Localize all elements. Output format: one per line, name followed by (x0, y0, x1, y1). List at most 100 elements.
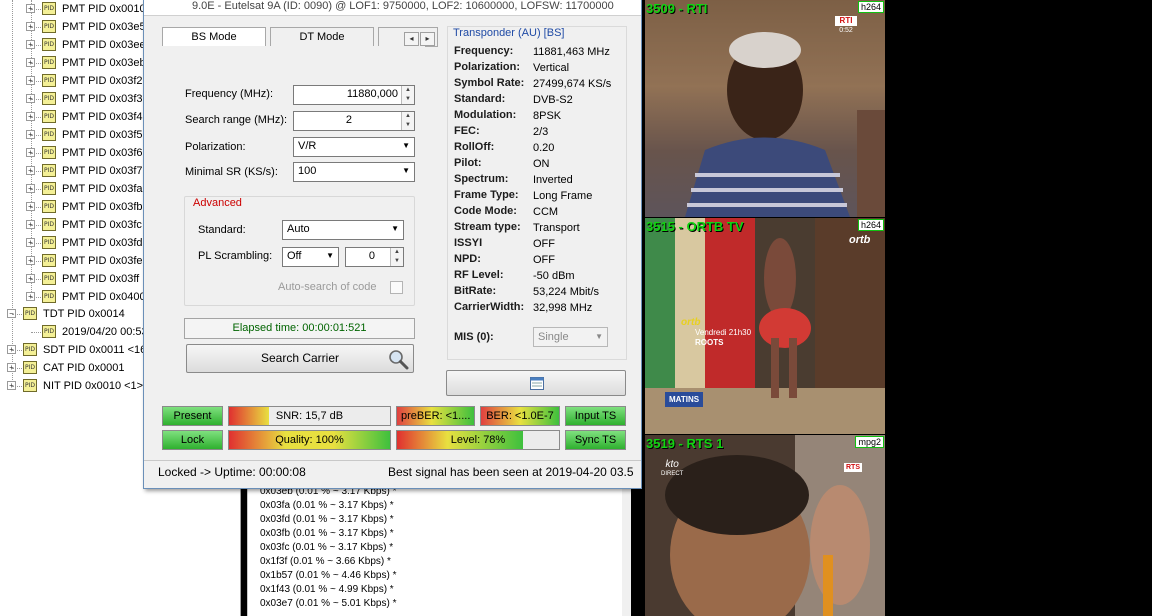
tree-item-label: PMT PID 0x03f7 (62, 165, 143, 177)
pid-list-item[interactable]: 0x03fa (0.01 % ~ 3.17 Kbps) * (260, 500, 394, 511)
transponder-value: 11881,463 MHz (533, 46, 610, 58)
pid-list-item[interactable]: 0x03e7 (0.01 % ~ 5.01 Kbps) * (260, 598, 396, 609)
transponder-key: Polarization: (454, 61, 521, 73)
minimal-sr-select[interactable]: 100 ▼ (293, 162, 415, 182)
transponder-value: -50 dBm (533, 270, 575, 282)
level-value: Level: 78% (450, 434, 506, 446)
video-preview-3[interactable]: 3519 - RTS 1 mpg2 kto DIRECT RTS (645, 435, 885, 616)
tree-item-label: CAT PID 0x0001 (43, 362, 125, 374)
spin-up-icon[interactable]: ▲ (402, 112, 414, 121)
chevron-down-icon: ▼ (326, 251, 334, 260)
channel-logo-1: RTI 0:52 (835, 16, 857, 36)
pid-table-icon: PID (42, 56, 56, 69)
input-ts-indicator: Input TS (565, 406, 626, 426)
list-icon (530, 377, 544, 390)
auto-search-checkbox[interactable] (390, 281, 403, 294)
ber-meter: BER: <1.0E-7 (480, 406, 560, 426)
tree-branch-line (31, 45, 41, 46)
program-caption: ortb Vendredi 21h30 ROOTS (681, 318, 751, 348)
search-range-input[interactable]: 2 ▲ ▼ (293, 111, 415, 131)
video-preview-2[interactable]: 3515 - ORTB TV h264 ortb ortb Vendredi 2… (645, 218, 885, 434)
spin-down-icon[interactable]: ▼ (402, 95, 414, 104)
search-carrier-button[interactable]: Search Carrier (186, 344, 414, 373)
transponder-value: Inverted (533, 174, 573, 186)
dialog-header: 9.0E - Eutelsat 9A (ID: 0090) @ LOF1: 97… (144, 0, 641, 16)
pid-list-scrollbar[interactable] (622, 487, 631, 616)
pid-table-icon: PID (23, 379, 37, 392)
mis-value: Single (538, 331, 569, 343)
standard-value: Auto (287, 223, 310, 235)
tree-item-label: PMT PID 0x03e5 (62, 21, 146, 33)
pid-list-item[interactable]: 0x1f43 (0.01 % ~ 4.99 Kbps) * (260, 584, 394, 595)
pid-table-icon: PID (23, 343, 37, 356)
pid-table-icon: PID (42, 110, 56, 123)
pid-table-icon: PID (42, 218, 56, 231)
kto-logo: kto DIRECT (661, 459, 683, 478)
tree-item-label: PMT PID 0x03f3 (62, 93, 143, 105)
tree-item-label: PMT PID 0x03f6 (62, 147, 143, 159)
spin-down-icon[interactable]: ▼ (402, 121, 414, 130)
lock-indicator: Lock (162, 430, 223, 450)
polarization-select[interactable]: V/R ▼ (293, 137, 415, 157)
rti-logo-text: RTI (835, 16, 857, 26)
pid-list-item[interactable]: 0x1f3f (0.01 % ~ 3.66 Kbps) * (260, 556, 391, 567)
tree-item-label: PMT PID 0x03fa (62, 183, 143, 195)
tree-branch-line (31, 63, 41, 64)
tab-bs-mode[interactable]: BS Mode (162, 27, 266, 47)
transponder-key: NPD: (454, 253, 481, 265)
transponder-key: FEC: (454, 125, 480, 137)
tab-scroll-right-icon[interactable]: ▸ (420, 32, 435, 46)
magnifier-icon (389, 350, 409, 370)
tree-item-label: PMT PID 0x03ff (62, 273, 140, 285)
search-range-spinner[interactable]: ▲ ▼ (401, 112, 414, 130)
tree-branch-line (31, 189, 41, 190)
transponder-key: Spectrum: (454, 173, 509, 185)
pl-scrambling-select[interactable]: Off ▼ (282, 247, 339, 267)
pid-list-item[interactable]: 0x03fc (0.01 % ~ 3.17 Kbps) * (260, 542, 393, 553)
transponder-value: ON (533, 158, 550, 170)
pid-list-item[interactable]: 0x03fb (0.01 % ~ 3.17 Kbps) * (260, 528, 394, 539)
pid-table-icon: PID (42, 182, 56, 195)
pid-list-item[interactable]: 0x1b57 (0.01 % ~ 4.46 Kbps) * (260, 570, 396, 581)
video-preview-1[interactable]: 3509 - RTI h264 RTI 0:52 (645, 0, 885, 217)
quality-meter: Quality: 100% (228, 430, 391, 450)
snr-value: SNR: 15,7 dB (275, 410, 344, 422)
pid-bitrate-list[interactable]: 0x03eb (0.01 % ~ 3.17 Kbps) * 0x03fa (0.0… (247, 486, 631, 616)
spin-up-icon[interactable]: ▲ (391, 248, 403, 257)
mis-select[interactable]: Single ▼ (533, 327, 608, 347)
standard-label: Standard: (198, 224, 246, 236)
tree-item-label: PMT PID 0x03fe (62, 255, 143, 267)
transponder-value: OFF (533, 254, 555, 266)
ber-value: BER: <1.0E-7 (486, 410, 554, 422)
pid-table-icon: PID (42, 236, 56, 249)
transponder-value: 53,224 Mbit/s (533, 286, 600, 298)
pid-table-icon: PID (42, 128, 56, 141)
pid-table-icon: PID (42, 325, 56, 338)
snr-meter-fill (229, 407, 270, 425)
pl-code-spinner[interactable]: ▲ ▼ (390, 248, 403, 266)
tree-branch-line (31, 135, 41, 136)
tab-scroll-left-icon[interactable]: ◂ (404, 32, 419, 46)
transponder-list-button[interactable] (446, 370, 626, 396)
transponder-value: 0.20 (533, 142, 555, 154)
uptime-text: Locked -> Uptime: 00:00:08 (158, 465, 306, 479)
spin-up-icon[interactable]: ▲ (402, 86, 414, 95)
chevron-down-icon: ▼ (391, 224, 399, 233)
transponder-key: RollOff: (454, 141, 495, 153)
frequency-input[interactable]: 11880,000 ▲ ▼ (293, 85, 415, 105)
pl-scrambling-code-input[interactable]: 0 ▲ ▼ (345, 247, 404, 267)
pid-list-item[interactable]: 0x03fd (0.01 % ~ 3.17 Kbps) * (260, 514, 394, 525)
transponder-key: RF Level: (454, 269, 504, 281)
chevron-down-icon: ▼ (595, 332, 603, 341)
transponder-key: Frame Type: (454, 189, 519, 201)
standard-select[interactable]: Auto ▼ (282, 220, 404, 240)
tree-item-label: PMT PID 0x0010 (62, 3, 146, 15)
tab-dt-mode[interactable]: DT Mode (270, 27, 374, 47)
tree-item-label: PMT PID 0x03f2 (62, 75, 143, 87)
spin-down-icon[interactable]: ▼ (391, 257, 403, 266)
tree-branch-line (31, 153, 41, 154)
frequency-spinner[interactable]: ▲ ▼ (401, 86, 414, 104)
transponder-title: Transponder (AU) [BS] (453, 27, 565, 39)
pid-table-icon: PID (42, 20, 56, 33)
transponder-key: BitRate: (454, 285, 497, 297)
